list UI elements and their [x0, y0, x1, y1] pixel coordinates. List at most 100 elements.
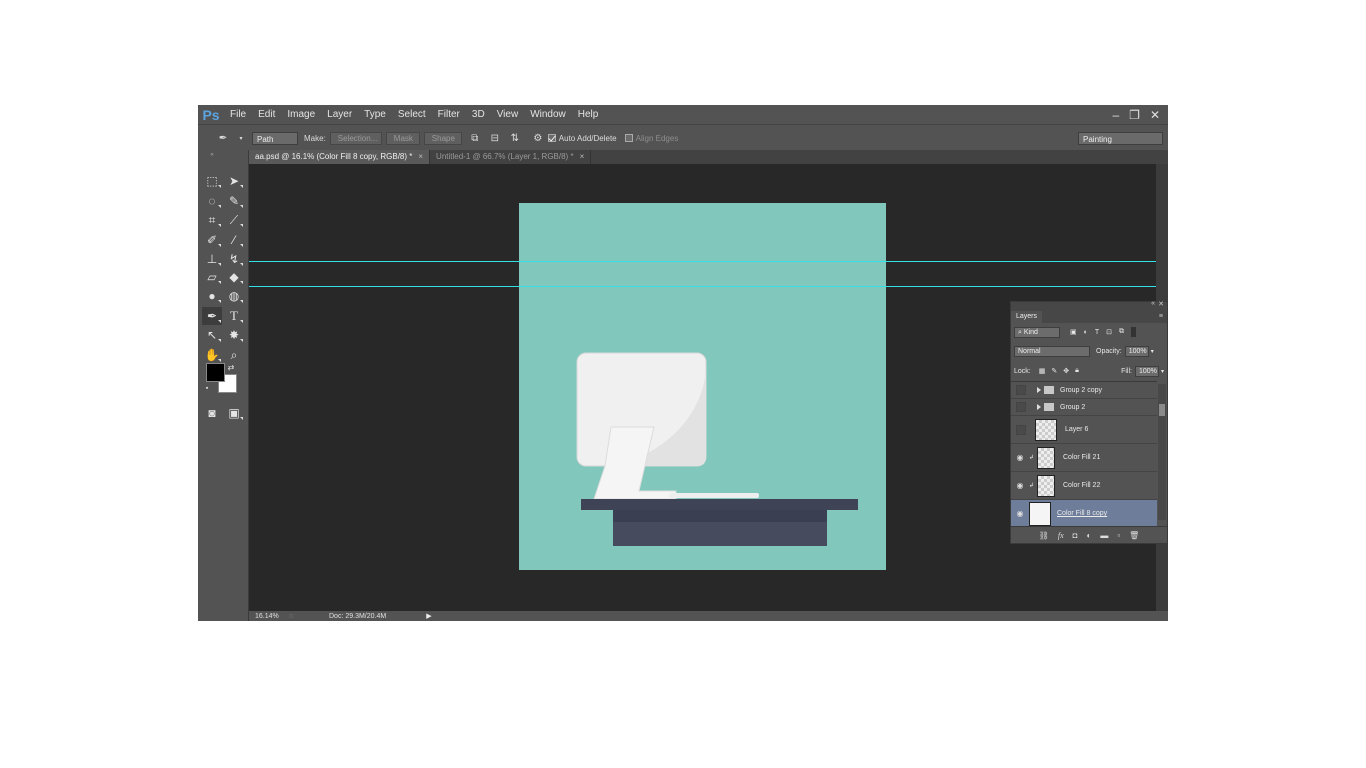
- hand-tool-icon[interactable]: ✋: [202, 346, 222, 364]
- brush-tool-icon[interactable]: ⁄: [224, 231, 244, 249]
- tab-layers[interactable]: Layers: [1011, 311, 1043, 323]
- menu-window[interactable]: Window: [524, 105, 572, 124]
- menu-file[interactable]: File: [224, 105, 252, 124]
- restore-button[interactable]: ❐: [1129, 108, 1140, 122]
- filter-type-icon[interactable]: T: [1095, 329, 1099, 336]
- guide-line[interactable]: [249, 286, 1156, 287]
- default-colors-icon[interactable]: ▪: [202, 383, 212, 393]
- close-panel-icon[interactable]: ✕: [1158, 300, 1164, 308]
- eye-icon[interactable]: ◉: [1011, 509, 1029, 518]
- shape-tool-icon[interactable]: ✸: [224, 326, 244, 344]
- filter-smart-object-icon[interactable]: ⧉: [1119, 328, 1124, 336]
- gear-icon[interactable]: ⚙: [531, 131, 545, 145]
- close-tab-icon[interactable]: ×: [580, 152, 585, 161]
- filter-toggle[interactable]: [1131, 327, 1137, 337]
- blend-mode-select[interactable]: Normal: [1014, 345, 1090, 357]
- quick-selection-tool-icon[interactable]: ✎: [224, 192, 244, 210]
- eye-icon[interactable]: ◉: [1011, 481, 1029, 490]
- screen-mode-icon[interactable]: ▣: [224, 404, 244, 422]
- lock-all-icon[interactable]: 🔒︎: [1075, 367, 1079, 375]
- menu-image[interactable]: Image: [281, 105, 321, 124]
- layer-row-color-fill-8-copy[interactable]: ◉ Color Fill 8 copy: [1011, 500, 1157, 528]
- filter-shape-icon[interactable]: ⊡: [1106, 328, 1112, 336]
- eraser-tool-icon[interactable]: ▱: [202, 268, 222, 286]
- close-tab-icon[interactable]: ×: [418, 152, 423, 161]
- tab-untitled-1[interactable]: Untitled-1 @ 66.7% (Layer 1, RGB/8) * ×: [430, 150, 592, 164]
- marquee-tool-icon[interactable]: ⬚: [202, 172, 222, 190]
- make-selection-button[interactable]: Selection...: [329, 131, 382, 145]
- fill-dropdown-icon[interactable]: ▾: [1161, 368, 1164, 375]
- menu-view[interactable]: View: [491, 105, 525, 124]
- new-layer-icon[interactable]: ▫: [1117, 531, 1120, 540]
- layer-row-layer-6[interactable]: Layer 6: [1011, 416, 1157, 444]
- new-group-icon[interactable]: ▬: [1100, 531, 1108, 540]
- status-menu-arrow-icon[interactable]: ▶: [426, 612, 431, 620]
- menu-type[interactable]: Type: [358, 105, 392, 124]
- path-alignment-icon[interactable]: ⊟: [488, 131, 502, 145]
- expand-arrow-icon[interactable]: [1037, 404, 1041, 410]
- move-tool-icon[interactable]: ➤: [224, 172, 244, 190]
- menu-layer[interactable]: Layer: [321, 105, 358, 124]
- trash-icon[interactable]: 🗑︎: [1129, 531, 1139, 540]
- lock-transparent-icon[interactable]: ▦: [1039, 367, 1046, 375]
- make-shape-button[interactable]: Shape: [423, 131, 462, 145]
- menu-3d[interactable]: 3D: [466, 105, 491, 124]
- expand-arrow-icon[interactable]: [1037, 387, 1041, 393]
- auto-add-delete-checkbox[interactable]: [547, 134, 556, 142]
- align-edges-checkbox[interactable]: [624, 134, 633, 142]
- layer-row-color-fill-22[interactable]: ◉ ↲ Color Fill 22: [1011, 472, 1157, 500]
- swap-colors-icon[interactable]: ⇄: [226, 362, 236, 372]
- tool-mode-select[interactable]: Path: [252, 131, 298, 145]
- visibility-toggle[interactable]: [1016, 385, 1026, 395]
- crop-tool-icon[interactable]: ⌗: [202, 211, 222, 229]
- panel-menu-icon[interactable]: ≡: [1159, 311, 1163, 323]
- quick-mask-icon[interactable]: ◙: [202, 404, 222, 422]
- layer-row-color-fill-21[interactable]: ◉ ↲ Color Fill 21: [1011, 444, 1157, 472]
- link-layers-icon[interactable]: ⛓: [1039, 531, 1049, 540]
- close-button[interactable]: ✕: [1150, 108, 1160, 122]
- menu-edit[interactable]: Edit: [252, 105, 281, 124]
- path-operations-icon[interactable]: ⧉: [468, 131, 482, 145]
- menu-filter[interactable]: Filter: [432, 105, 466, 124]
- layer-row-group-2[interactable]: Group 2: [1011, 399, 1157, 416]
- layer-row-group-2-copy[interactable]: Group 2 copy: [1011, 382, 1157, 399]
- filter-pixel-icon[interactable]: ▣: [1070, 328, 1077, 336]
- lock-position-icon[interactable]: ✥: [1063, 367, 1069, 375]
- collapse-panel-icon[interactable]: «: [1151, 300, 1155, 307]
- eye-icon[interactable]: ◉: [1011, 453, 1029, 462]
- document-canvas[interactable]: [519, 203, 886, 570]
- type-tool-icon[interactable]: T: [224, 307, 244, 325]
- pen-tool-icon[interactable]: ✒: [202, 307, 222, 325]
- filter-adjustment-icon[interactable]: ◐: [1084, 329, 1088, 336]
- minimize-button[interactable]: –: [1112, 108, 1119, 122]
- tab-aa-psd[interactable]: aa.psd @ 16.1% (Color Fill 8 copy, RGB/8…: [249, 150, 431, 164]
- collapse-tools-icon[interactable]: «: [202, 152, 222, 158]
- pen-tool-preset-icon[interactable]: ✒: [214, 131, 232, 145]
- path-selection-tool-icon[interactable]: ↖: [202, 326, 222, 344]
- opacity-dropdown-icon[interactable]: ▾: [1151, 348, 1154, 355]
- clone-stamp-tool-icon[interactable]: ⊥: [202, 250, 222, 268]
- foreground-color-swatch[interactable]: [206, 363, 225, 382]
- workspace-select[interactable]: Painting: [1078, 131, 1163, 145]
- zoom-level[interactable]: 16.14%: [255, 613, 285, 620]
- fill-input[interactable]: 100%: [1134, 365, 1159, 377]
- lock-pixels-icon[interactable]: ✎: [1051, 367, 1057, 375]
- menu-help[interactable]: Help: [572, 105, 605, 124]
- adjustment-layer-icon[interactable]: ◐: [1086, 531, 1091, 540]
- scrollbar-thumb[interactable]: [1159, 404, 1165, 416]
- visibility-toggle[interactable]: [1016, 424, 1026, 435]
- guide-line[interactable]: [249, 261, 1156, 262]
- eyedropper-tool-icon[interactable]: ⟋: [224, 211, 244, 229]
- path-arrangement-icon[interactable]: ⇅: [508, 131, 522, 145]
- add-mask-icon[interactable]: ◘: [1073, 531, 1078, 540]
- filter-kind-select[interactable]: ⌕ Kind: [1014, 326, 1060, 338]
- layers-scrollbar[interactable]: [1158, 384, 1166, 520]
- make-mask-button[interactable]: Mask: [385, 131, 420, 145]
- history-brush-tool-icon[interactable]: ↯: [224, 250, 244, 268]
- paint-bucket-tool-icon[interactable]: ◆: [224, 268, 244, 286]
- menu-select[interactable]: Select: [392, 105, 432, 124]
- healing-brush-tool-icon[interactable]: ✐: [202, 231, 222, 249]
- dodge-tool-icon[interactable]: ◍: [224, 287, 244, 305]
- preset-dropdown-icon[interactable]: ▾: [238, 131, 244, 145]
- fx-icon[interactable]: fx: [1058, 531, 1064, 540]
